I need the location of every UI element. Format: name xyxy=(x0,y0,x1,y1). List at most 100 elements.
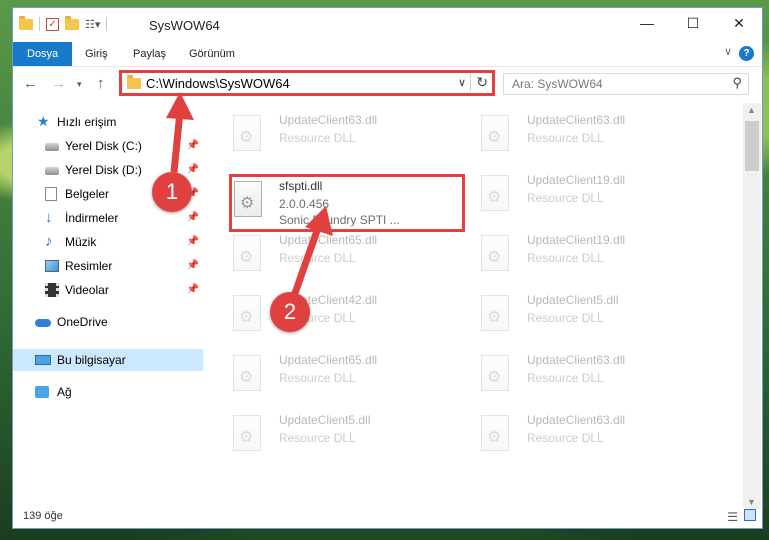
dll-file-icon: ⚙ xyxy=(233,295,263,333)
help-icon[interactable]: ? xyxy=(739,46,754,61)
step-badge-1: 1 xyxy=(152,172,192,212)
separator xyxy=(39,17,40,31)
close-button[interactable]: ✕ xyxy=(716,8,762,38)
file-tile[interactable]: ⚙ UpdateClient5.dll Resource DLL xyxy=(461,289,691,339)
address-bar[interactable]: C:\Windows\SysWOW64 ∨ ↻ xyxy=(119,70,495,96)
file-tile[interactable]: ⚙ UpdateClient65.dll Resource DLL xyxy=(213,229,443,279)
window-title: SysWOW64 xyxy=(149,18,220,33)
documents-icon xyxy=(45,187,57,201)
file-description: Resource DLL xyxy=(527,371,604,385)
forward-arrow-icon[interactable]: → xyxy=(51,75,66,92)
pin-icon[interactable]: 📌 xyxy=(187,159,199,181)
file-tile[interactable]: ⚙ UpdateClient19.dll Resource DLL xyxy=(461,229,691,279)
sidebar-item-this-pc[interactable]: Bu bilgisayar xyxy=(13,349,203,371)
tab-home[interactable]: Giriş xyxy=(75,42,118,66)
folder-icon xyxy=(127,75,141,89)
back-arrow-icon[interactable]: ← xyxy=(23,75,38,92)
this-pc-icon xyxy=(35,355,51,365)
sidebar-item-label: Hızlı erişim xyxy=(57,115,117,129)
scroll-up-icon[interactable]: ▲ xyxy=(747,105,756,115)
chevron-down-icon[interactable]: ∨ xyxy=(458,76,466,89)
sidebar-item-pictures[interactable]: Resimler 📌 xyxy=(13,255,203,277)
file-description: Resource DLL xyxy=(527,431,604,445)
search-input[interactable]: Ara: SysWOW64 ⚲ xyxy=(503,73,749,95)
recent-locations-icon[interactable]: ▾ xyxy=(77,79,82,90)
sidebar-item-label: Videolar xyxy=(65,283,109,297)
file-tile-sfspti[interactable]: ⚙ sfspti.dll 2.0.0.456 Sonic Foundry SPT… xyxy=(229,174,465,232)
dll-file-icon: ⚙ xyxy=(233,355,263,393)
sidebar-item-onedrive[interactable]: OneDrive xyxy=(13,311,203,333)
disk-icon xyxy=(45,167,59,175)
dll-file-icon: ⚙ xyxy=(233,415,263,453)
file-description: Resource DLL xyxy=(279,431,356,445)
file-description: Resource DLL xyxy=(527,131,604,145)
file-name: UpdateClient63.dll xyxy=(527,113,626,127)
pictures-icon xyxy=(45,260,59,272)
refresh-icon[interactable]: ↻ xyxy=(470,74,488,91)
explorer-window: ✓ ☷▾ SysWOW64 — ☐ ✕ Dosya Giriş Paylaş G… xyxy=(12,7,763,529)
tab-view[interactable]: Görünüm xyxy=(179,42,245,66)
dll-file-icon: ⚙ xyxy=(481,115,511,153)
vertical-scrollbar[interactable]: ▲ ▼ xyxy=(743,103,761,509)
customize-toolbar-icon[interactable]: ☷▾ xyxy=(85,18,100,31)
chevron-down-icon[interactable]: ∨ xyxy=(724,45,732,58)
file-name: UpdateClient65.dll xyxy=(279,353,378,367)
disk-icon xyxy=(45,143,59,151)
star-icon: ★ xyxy=(37,113,50,129)
details-view-icon[interactable]: ☰ xyxy=(727,510,738,524)
network-icon xyxy=(35,386,49,398)
file-tile[interactable]: ⚙ UpdateClient19.dll Resource DLL xyxy=(461,169,691,219)
file-tile[interactable]: ⚙ UpdateClient63.dll Resource DLL xyxy=(461,109,691,159)
file-tile[interactable]: ⚙ UpdateClient63.dll Resource DLL xyxy=(461,409,691,459)
download-icon: ↓ xyxy=(45,209,53,226)
sidebar-item-quick-access[interactable]: ★ Hızlı erişim xyxy=(13,111,203,133)
sidebar-item-label: Yerel Disk (D:) xyxy=(65,163,142,177)
file-tile[interactable]: ⚙ UpdateClient63.dll Resource DLL xyxy=(461,349,691,399)
dll-file-icon: ⚙ xyxy=(481,235,511,273)
file-description: Resource DLL xyxy=(279,251,356,265)
dll-file-icon: ⚙ xyxy=(234,181,264,219)
navigation-bar: ← → ▾ ↑ C:\Windows\SysWOW64 ∨ ↻ Ara: Sys… xyxy=(13,67,762,101)
dll-file-icon: ⚙ xyxy=(481,415,511,453)
sidebar-item-music[interactable]: ♪ Müzik 📌 xyxy=(13,231,203,253)
file-tile[interactable]: ⚙ UpdateClient63.dll Resource DLL xyxy=(213,109,443,159)
sidebar-item-local-disk-c[interactable]: Yerel Disk (C:) 📌 xyxy=(13,135,203,157)
item-count: 139 öğe xyxy=(23,510,63,522)
minimize-button[interactable]: — xyxy=(624,8,670,38)
status-bar: 139 öğe ☰ xyxy=(13,506,762,528)
pin-icon[interactable]: 📌 xyxy=(187,255,199,277)
search-icon: ⚲ xyxy=(732,75,742,90)
maximize-button[interactable]: ☐ xyxy=(670,8,716,38)
pin-icon[interactable]: 📌 xyxy=(187,207,199,229)
file-name: UpdateClient63.dll xyxy=(527,353,626,367)
file-name: sfspti.dll xyxy=(279,179,323,193)
file-name: UpdateClient63.dll xyxy=(527,413,626,427)
dll-file-icon: ⚙ xyxy=(481,355,511,393)
properties-icon[interactable]: ✓ xyxy=(46,17,59,31)
sidebar-item-label: Ağ xyxy=(57,385,72,399)
file-description: Resource DLL xyxy=(279,371,356,385)
sidebar-item-videos[interactable]: Videolar 📌 xyxy=(13,279,203,301)
tab-file[interactable]: Dosya xyxy=(13,42,73,66)
file-tile[interactable]: ⚙ UpdateClient65.dll Resource DLL xyxy=(213,349,443,399)
tiles-view-icon[interactable] xyxy=(744,509,756,521)
pin-icon[interactable]: 📌 xyxy=(187,135,199,157)
pin-icon[interactable]: 📌 xyxy=(187,231,199,253)
file-version: 2.0.0.456 xyxy=(279,197,330,211)
file-name: UpdateClient5.dll xyxy=(279,413,371,427)
tab-share[interactable]: Paylaş xyxy=(123,42,176,66)
new-folder-icon[interactable] xyxy=(65,15,79,30)
sidebar-item-label: Yerel Disk (C:) xyxy=(65,139,142,153)
file-tile[interactable]: ⚙ UpdateClient5.dll Resource DLL xyxy=(213,409,443,459)
music-icon: ♪ xyxy=(45,233,53,250)
pin-icon[interactable]: 📌 xyxy=(187,279,199,301)
up-arrow-icon[interactable]: ↑ xyxy=(97,75,105,92)
videos-icon xyxy=(45,283,59,297)
sidebar-item-label: Belgeler xyxy=(65,187,110,201)
sidebar-item-label: Bu bilgisayar xyxy=(57,353,126,367)
sidebar-item-label: Müzik xyxy=(65,235,97,249)
file-name: UpdateClient5.dll xyxy=(527,293,619,307)
file-tile[interactable]: ⚙ UpdateClient42.dll Resource DLL xyxy=(213,289,443,339)
sidebar-item-network[interactable]: Ağ xyxy=(13,381,203,403)
scrollbar-thumb[interactable] xyxy=(745,121,759,171)
